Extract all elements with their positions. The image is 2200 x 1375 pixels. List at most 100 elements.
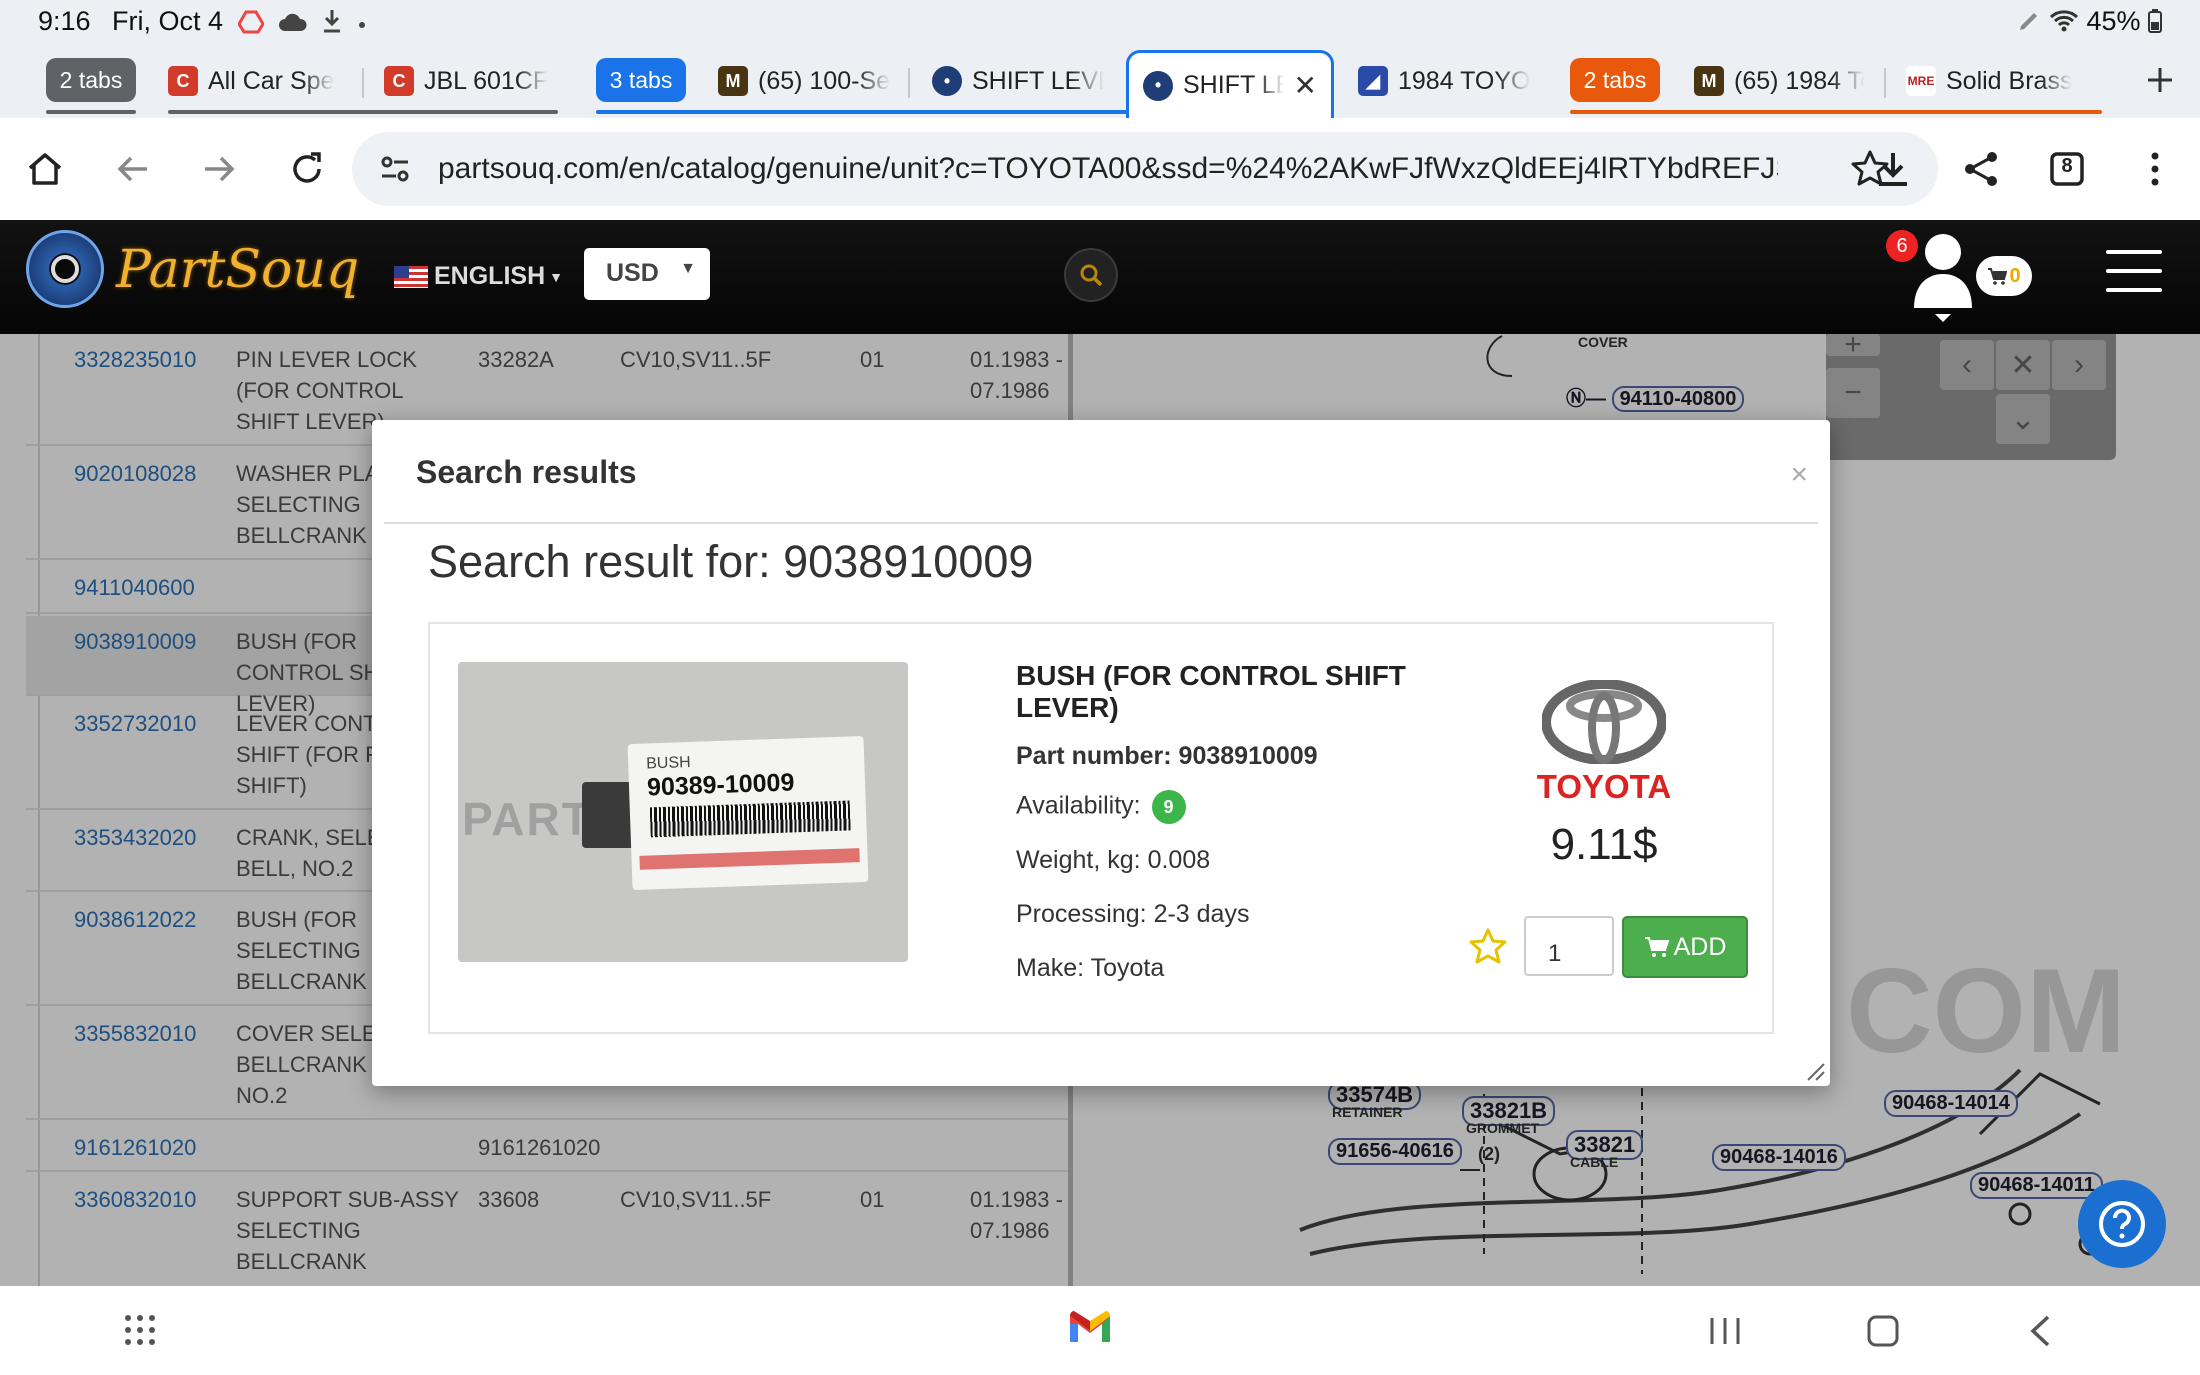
tab-100-series-label: (65) 100-Se <box>758 66 890 95</box>
battery-percent: 45% <box>2086 6 2141 36</box>
tab-jbl[interactable]: C JBL 601CF <box>384 52 556 110</box>
partsouq-logo-icon[interactable] <box>26 230 104 308</box>
reload-button[interactable] <box>282 144 332 194</box>
tab-65-1984[interactable]: M (65) 1984 To <box>1694 52 1864 110</box>
m-logo-icon: M <box>718 66 748 96</box>
help-icon <box>2099 1201 2145 1247</box>
product-price: 9.11$ <box>1550 820 1658 869</box>
language-selector[interactable]: ENGLISH ▼ <box>394 262 563 291</box>
toyota-strip <box>639 848 860 870</box>
user-icon <box>1914 234 1972 322</box>
sticker-name: BUSH <box>645 753 691 773</box>
search-result-heading: Search result for: 9038910009 <box>428 536 1034 587</box>
status-right: 45% <box>2017 6 2162 37</box>
m-logo-icon: M <box>1694 66 1724 96</box>
back-nav-button[interactable] <box>2028 1314 2052 1353</box>
tab-separator <box>908 68 910 98</box>
weight-row: Weight, kg: 0.008 <box>1016 846 1211 874</box>
home-button[interactable] <box>20 144 70 194</box>
tab-shift-lever-1[interactable]: • SHIFT LEVE <box>932 52 1104 110</box>
gmail-app-button[interactable] <box>1068 1310 1112 1349</box>
browser-menu-button[interactable] <box>2130 144 2180 194</box>
back-button[interactable] <box>108 144 158 194</box>
partsouq-favicon: • <box>1143 70 1173 101</box>
search-icon <box>1080 264 1103 287</box>
modal-close-button[interactable]: × <box>1790 458 1808 492</box>
notification-icons <box>237 6 367 37</box>
tab-shift-lever-active[interactable]: • SHIFT LE ✕ <box>1126 50 1334 118</box>
tab-strip: 2 tabs C All Car Spe C JBL 601CF 3 tabs … <box>0 44 2200 118</box>
product-label-sticker: BUSH 90389-10009 <box>627 735 869 891</box>
make-row: Make: Toyota <box>1016 954 1165 982</box>
processing-row: Processing: 2-3 days <box>1016 900 1250 928</box>
tab-all-car[interactable]: C All Car Spe <box>168 52 354 110</box>
add-button-label: ADD <box>1673 932 1727 961</box>
product-image[interactable]: PARTSOUQ.COM BUSH 90389-10009 <box>458 662 908 962</box>
modal-title: Search results <box>416 454 637 490</box>
share-icon <box>1965 152 1997 186</box>
quantity-input[interactable] <box>1524 916 1614 976</box>
search-button[interactable] <box>1064 248 1118 302</box>
part-number-value: 9038910009 <box>1178 742 1318 770</box>
back-chevron-icon <box>2030 1315 2050 1347</box>
sticker-code: 90389-10009 <box>646 768 795 802</box>
site-settings-icon[interactable] <box>378 152 412 191</box>
more-vert-icon <box>2151 152 2159 186</box>
language-label: ENGLISH <box>434 262 546 290</box>
make-value: Toyota <box>1090 954 1165 982</box>
cart-button[interactable]: 0 <box>1976 256 2032 296</box>
user-account-button[interactable] <box>1908 230 1978 322</box>
tab-jbl-label: JBL 601CF <box>424 66 549 95</box>
help-button[interactable] <box>2078 1180 2166 1268</box>
notification-badge: 6 <box>1886 230 1918 262</box>
wifi-icon <box>2049 10 2078 32</box>
tab-group-2[interactable]: 3 tabs <box>596 58 686 102</box>
availability-row: Availability: 9 <box>1016 790 1186 824</box>
brand-name: TOYOTA <box>1536 768 1672 805</box>
add-to-cart-button[interactable]: ADD <box>1622 916 1748 978</box>
tab-switcher-button[interactable]: 8 <box>2042 144 2092 194</box>
currency-value: USD <box>606 259 659 287</box>
tab-65-1984-label: (65) 1984 To <box>1734 66 1864 95</box>
home-nav-button[interactable] <box>1866 1314 1900 1353</box>
site-logo[interactable]: PartSouq <box>116 240 359 300</box>
home-icon <box>28 153 62 185</box>
toyota-logo-icon <box>1542 680 1666 764</box>
c-logo-icon: C <box>384 66 414 96</box>
plus-icon <box>2148 68 2172 92</box>
close-tab-icon[interactable]: ✕ <box>1294 69 1317 102</box>
search-results-modal: Search results × Search result for: 9038… <box>372 420 1830 1086</box>
caret-down-icon: ▼ <box>680 260 696 277</box>
part-number-row: Part number: 9038910009 <box>1016 742 1318 770</box>
download-icon <box>1879 153 1907 186</box>
favorite-star-icon[interactable] <box>1468 926 1508 971</box>
mre-logo-icon: MRE <box>1906 66 1936 96</box>
tab-group-3-underline <box>1570 110 2102 114</box>
tab-solid-brass[interactable]: MRE Solid Brass <box>1906 52 2084 110</box>
forward-button[interactable] <box>194 144 244 194</box>
share-button[interactable] <box>1956 144 2006 194</box>
omnibox[interactable]: partsouq.com/en/catalog/genuine/unit?c=T… <box>352 132 1938 206</box>
hamburger-menu-button[interactable] <box>2106 250 2162 294</box>
grid-dots-icon <box>125 1315 155 1345</box>
app-drawer-button[interactable] <box>124 1314 156 1351</box>
forward-arrow-icon <box>205 156 235 182</box>
recent-apps-button[interactable] <box>1708 1316 1742 1351</box>
address-bar: partsouq.com/en/catalog/genuine/unit?c=T… <box>0 118 2200 220</box>
tab-group-1-underline <box>46 110 136 114</box>
download-button[interactable] <box>1868 144 1918 194</box>
tab-1984-toyota[interactable]: ◢ 1984 TOYO <box>1358 52 1530 110</box>
resize-handle-icon[interactable] <box>1802 1058 1826 1082</box>
tab-100-series[interactable]: M (65) 100-Se <box>718 52 890 110</box>
download-icon <box>324 10 341 33</box>
currency-select[interactable]: USD ▼ <box>584 248 710 300</box>
reload-icon <box>293 152 321 183</box>
new-tab-button[interactable] <box>2138 58 2182 102</box>
tab-separator <box>362 68 364 98</box>
tab-group-1[interactable]: 2 tabs <box>46 58 136 102</box>
site-favicon: ◢ <box>1358 66 1388 96</box>
gmail-icon <box>1070 1311 1110 1342</box>
status-bar: 9:16 Fri, Oct 4 45% <box>0 0 2200 44</box>
weight-value: 0.008 <box>1147 846 1211 874</box>
tab-group-3[interactable]: 2 tabs <box>1570 58 1660 102</box>
